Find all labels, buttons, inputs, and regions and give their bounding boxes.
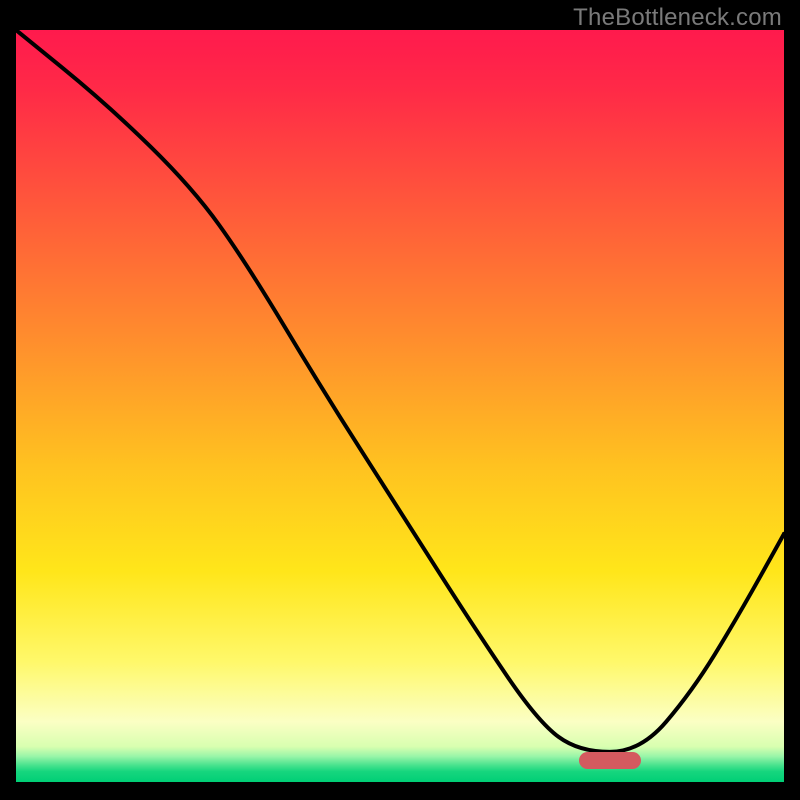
bottleneck-curve [16, 30, 784, 782]
chart-frame [16, 30, 784, 782]
optimal-point-marker [579, 752, 641, 769]
watermark-text: TheBottleneck.com [573, 4, 782, 32]
plot-area [16, 30, 784, 782]
